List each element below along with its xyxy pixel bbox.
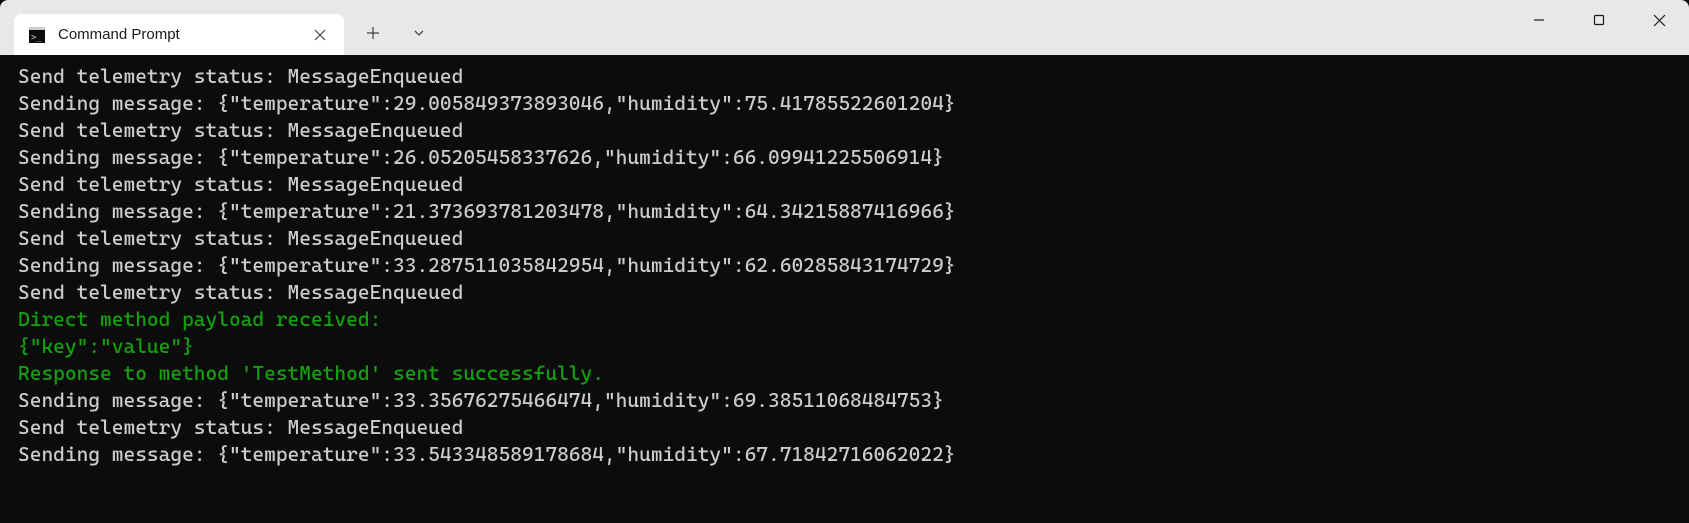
tab-actions: [344, 10, 440, 55]
terminal-output[interactable]: Send telemetry status: MessageEnqueuedSe…: [0, 55, 1689, 523]
terminal-line: Sending message: {"temperature":33.35676…: [18, 387, 1671, 414]
terminal-icon: >_: [28, 26, 46, 44]
close-tab-button[interactable]: [310, 25, 330, 45]
tab-area: >_ Command Prompt: [0, 0, 440, 55]
terminal-line: Send telemetry status: MessageEnqueued: [18, 225, 1671, 252]
terminal-line: Sending message: {"temperature":33.54334…: [18, 441, 1671, 468]
terminal-line: {"key":"value"}: [18, 333, 1671, 360]
tab-title: Command Prompt: [58, 26, 298, 43]
terminal-line: Send telemetry status: MessageEnqueued: [18, 117, 1671, 144]
terminal-line: Sending message: {"temperature":33.28751…: [18, 252, 1671, 279]
minimize-button[interactable]: [1509, 0, 1569, 40]
svg-text:>_: >_: [31, 33, 42, 43]
terminal-line: Response to method 'TestMethod' sent suc…: [18, 360, 1671, 387]
terminal-line: Send telemetry status: MessageEnqueued: [18, 171, 1671, 198]
terminal-line: Sending message: {"temperature":21.37369…: [18, 198, 1671, 225]
terminal-line: Send telemetry status: MessageEnqueued: [18, 279, 1671, 306]
terminal-line: Send telemetry status: MessageEnqueued: [18, 63, 1671, 90]
tab-command-prompt[interactable]: >_ Command Prompt: [14, 14, 344, 55]
window-controls: [1509, 0, 1689, 40]
maximize-button[interactable]: [1569, 0, 1629, 40]
close-window-button[interactable]: [1629, 0, 1689, 40]
tab-dropdown-button[interactable]: [398, 13, 440, 53]
terminal-line: Sending message: {"temperature":26.05205…: [18, 144, 1671, 171]
window-titlebar: >_ Command Prompt: [0, 0, 1689, 55]
new-tab-button[interactable]: [352, 13, 394, 53]
terminal-line: Direct method payload received:: [18, 306, 1671, 333]
terminal-line: Sending message: {"temperature":29.00584…: [18, 90, 1671, 117]
terminal-line: Send telemetry status: MessageEnqueued: [18, 414, 1671, 441]
